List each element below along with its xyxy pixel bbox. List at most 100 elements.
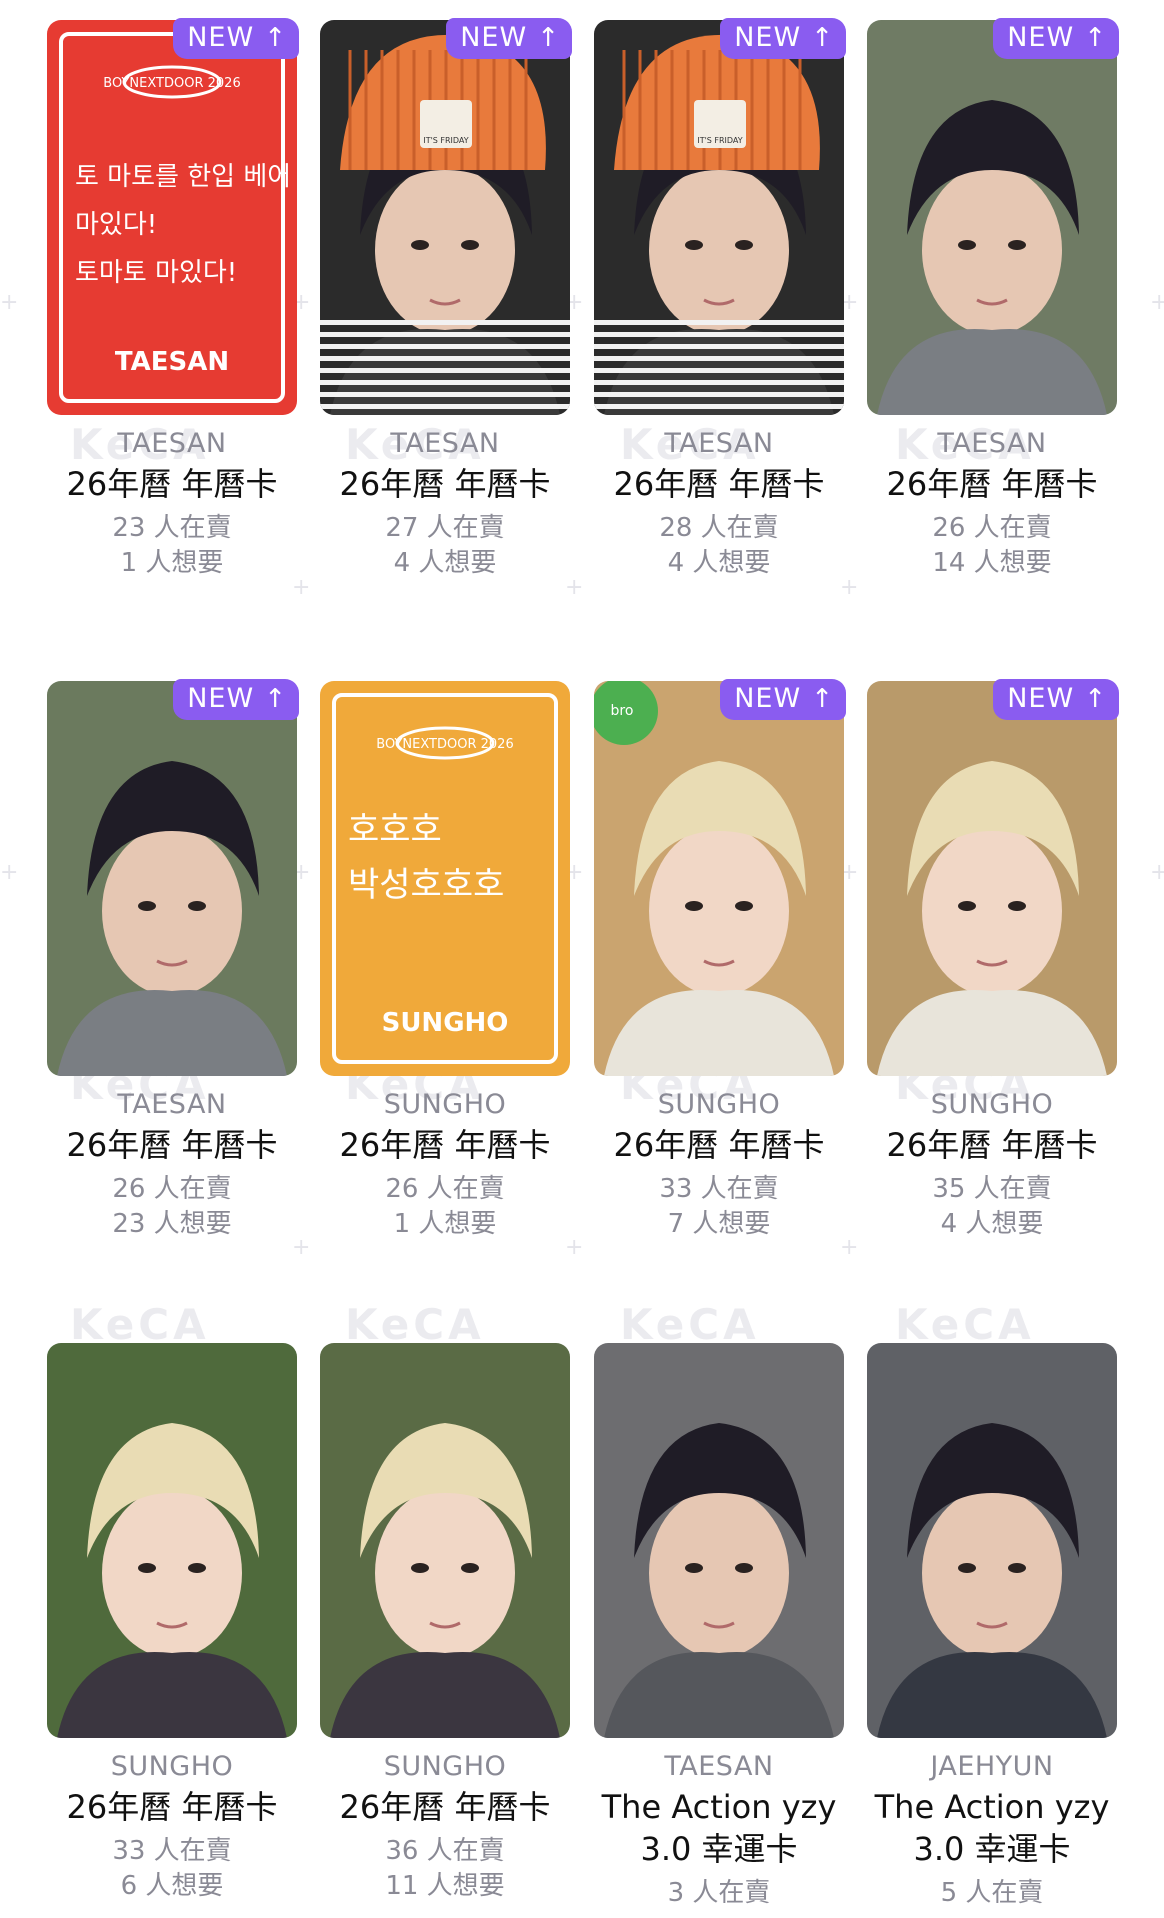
- photocard-info: TAESAN 26年曆 年曆卡 27 人在賣 4 人想要: [300, 428, 590, 581]
- photocard-info: TAESAN 26年曆 年曆卡 26 人在賣 23 人想要: [27, 1089, 317, 1242]
- sellers-count: 27 人在賣: [385, 513, 505, 543]
- wanted-count: 6 人想要: [120, 1871, 224, 1901]
- collect-check-icon[interactable]: [532, 0, 558, 8]
- grid-cross-mark: +: [1150, 860, 1164, 885]
- photocard-artwork: [47, 1343, 297, 1738]
- watermark-text: KeCA: [620, 1300, 760, 1349]
- svg-text:SUNGHO: SUNGHO: [382, 1008, 509, 1038]
- member-name: TAESAN: [937, 428, 1047, 459]
- new-badge: NEW ↑: [173, 679, 299, 720]
- collect-check-icon[interactable]: [1079, 643, 1105, 669]
- sellers-count: 36 人在賣: [385, 1836, 505, 1866]
- photocard-image[interactable]: [47, 1343, 297, 1738]
- photocard-artwork: BOYNEXTDOOR 2026 호호호박성호호호 SUNGHO: [320, 681, 570, 1076]
- new-badge: NEW ↑: [720, 679, 846, 720]
- photocard-info: SUNGHO 26年曆 年曆卡 35 人在賣 4 人想要: [847, 1089, 1137, 1242]
- photocard-info: JAEHYUN The Action yzy 3.0 幸運卡 5 人在賣: [847, 1751, 1137, 1911]
- watermark-text: KeCA: [895, 1300, 1035, 1349]
- member-name: SUNGHO: [930, 1089, 1054, 1120]
- photocard-artwork: [320, 1343, 570, 1738]
- arrow-up-icon: ↑: [1084, 683, 1107, 714]
- arrow-up-icon: ↑: [811, 683, 834, 714]
- new-badge: NEW ↑: [720, 18, 846, 59]
- photocard-info: SUNGHO 26年曆 年曆卡 26 人在賣 1 人想要: [300, 1089, 590, 1242]
- member-name: TAESAN: [117, 428, 227, 459]
- sellers-count: 35 人在賣: [932, 1174, 1052, 1204]
- sellers-count: 3 人在賣: [667, 1878, 771, 1908]
- svg-text:TAESAN: TAESAN: [115, 347, 229, 377]
- card-title: 26年曆 年曆卡: [339, 1126, 551, 1164]
- arrow-up-icon: ↑: [264, 683, 287, 714]
- collect-check-icon[interactable]: [259, 1305, 285, 1331]
- photocard-info: TAESAN 26年曆 年曆卡 28 人在賣 4 人想要: [574, 428, 864, 581]
- watermark-text: KeCA: [70, 1300, 210, 1349]
- new-badge: NEW ↑: [173, 18, 299, 59]
- photocard-image[interactable]: [867, 1343, 1117, 1738]
- arrow-up-icon: ↑: [1084, 22, 1107, 53]
- new-badge-label: NEW: [1007, 683, 1075, 714]
- new-badge-label: NEW: [734, 22, 802, 53]
- member-name: TAESAN: [390, 428, 500, 459]
- svg-text:IT'S FRIDAY: IT'S FRIDAY: [697, 136, 742, 145]
- photocard-image[interactable]: [867, 681, 1117, 1076]
- member-name: JAEHYUN: [930, 1751, 1054, 1782]
- new-badge-label: NEW: [187, 22, 255, 53]
- card-title: 26年曆 年曆卡: [66, 1788, 278, 1826]
- photocard-image[interactable]: IT'S FRIDAY: [320, 20, 570, 415]
- wanted-count: 1 人想要: [393, 1209, 497, 1239]
- photocard-image[interactable]: [594, 1343, 844, 1738]
- member-name: SUNGHO: [110, 1751, 234, 1782]
- svg-text:IT'S FRIDAY: IT'S FRIDAY: [423, 136, 468, 145]
- svg-text:BOYNEXTDOOR 2026: BOYNEXTDOOR 2026: [376, 737, 513, 752]
- card-title: 26年曆 年曆卡: [613, 465, 825, 503]
- photocard-info: SUNGHO 26年曆 年曆卡 33 人在賣 7 人想要: [574, 1089, 864, 1242]
- wanted-count: 23 人想要: [112, 1209, 232, 1239]
- svg-text:호호호: 호호호: [348, 810, 442, 850]
- member-name: SUNGHO: [383, 1089, 507, 1120]
- photocard-image[interactable]: IT'S FRIDAY: [594, 20, 844, 415]
- card-title: The Action yzy: [601, 1788, 837, 1826]
- member-name: TAESAN: [664, 428, 774, 459]
- collect-check-icon[interactable]: [806, 643, 832, 669]
- new-badge: NEW ↑: [993, 18, 1119, 59]
- svg-text:토 마토를 한입 베어 물고: 토 마토를 한입 베어 물고: [75, 162, 297, 192]
- card-title: 26年曆 年曆卡: [613, 1126, 825, 1164]
- new-badge-label: NEW: [187, 683, 255, 714]
- member-name: TAESAN: [664, 1751, 774, 1782]
- photocard-image[interactable]: bro: [594, 681, 844, 1076]
- wanted-count: 14 人想要: [932, 548, 1052, 578]
- photocard-info: TAESAN The Action yzy 3.0 幸運卡 3 人在賣: [574, 1751, 864, 1911]
- sellers-count: 26 人在賣: [112, 1174, 232, 1204]
- grid-cross-mark: +: [1150, 290, 1164, 315]
- new-badge-label: NEW: [460, 22, 528, 53]
- collect-check-icon[interactable]: [532, 1305, 558, 1331]
- collect-check-icon[interactable]: [806, 1305, 832, 1331]
- sellers-count: 5 人在賣: [940, 1878, 1044, 1908]
- new-badge-label: NEW: [734, 683, 802, 714]
- photocard-image[interactable]: [47, 681, 297, 1076]
- collect-check-icon[interactable]: [532, 643, 558, 669]
- new-badge-label: NEW: [1007, 22, 1075, 53]
- collect-check-icon[interactable]: [259, 643, 285, 669]
- collect-check-icon[interactable]: [259, 0, 285, 8]
- photocard-image[interactable]: BOYNEXTDOOR 2026 호호호 박성호호호 SUNGHO: [320, 681, 570, 1076]
- member-name: SUNGHO: [657, 1089, 781, 1120]
- wanted-count: 4 人想要: [393, 548, 497, 578]
- wanted-count: 11 人想要: [385, 1871, 505, 1901]
- sellers-count: 26 人在賣: [385, 1174, 505, 1204]
- photocard-artwork: bro: [594, 681, 844, 1076]
- photocard-info: SUNGHO 26年曆 年曆卡 36 人在賣 11 人想要: [300, 1751, 590, 1904]
- sellers-count: 33 人在賣: [659, 1174, 779, 1204]
- new-badge: NEW ↑: [446, 18, 572, 59]
- photocard-image[interactable]: [320, 1343, 570, 1738]
- card-subtitle: 3.0 幸運卡: [913, 1830, 1071, 1868]
- collect-check-icon[interactable]: [806, 0, 832, 8]
- grid-cross-mark: +: [0, 290, 19, 315]
- photocard-image[interactable]: BOYNEXTDOOR 2026 토 마토를 한입 베어 물고마있다! 토마토 마있…: [47, 20, 297, 415]
- svg-text:bro: bro: [611, 703, 634, 719]
- photocard-info: SUNGHO 26年曆 年曆卡 33 人在賣 6 人想要: [27, 1751, 317, 1904]
- wanted-count: 4 人想要: [940, 1209, 1044, 1239]
- collect-check-icon[interactable]: [1079, 1305, 1105, 1331]
- collect-check-icon[interactable]: [1079, 0, 1105, 8]
- photocard-image[interactable]: [867, 20, 1117, 415]
